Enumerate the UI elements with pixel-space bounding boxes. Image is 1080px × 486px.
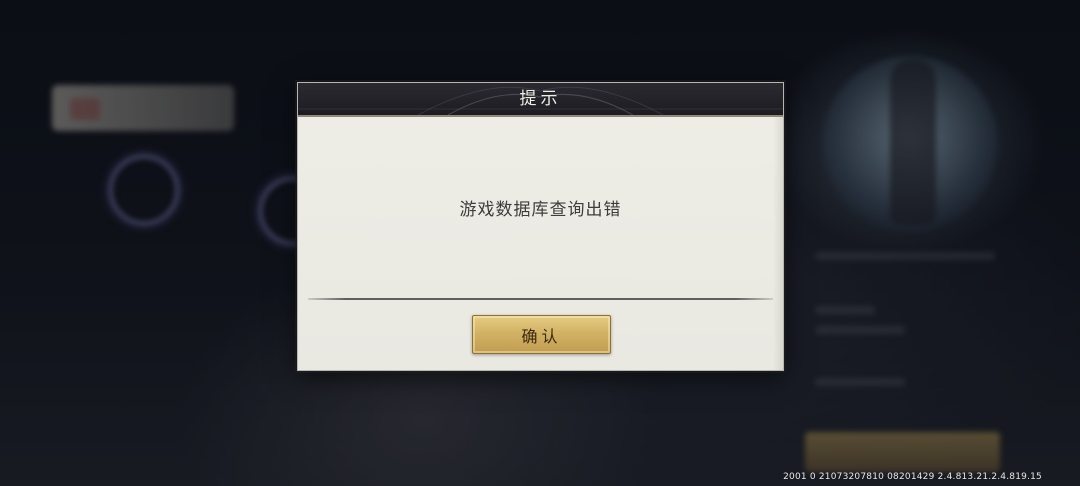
- dialog-title: 提示: [519, 89, 562, 109]
- alert-dialog: 提示 游戏数据库查询出错 确认: [297, 82, 784, 371]
- confirm-button[interactable]: 确认: [472, 315, 611, 354]
- error-message: 游戏数据库查询出错: [459, 200, 622, 220]
- dialog-paper-edge: [773, 117, 783, 370]
- dialog-divider: [308, 298, 773, 300]
- game-screen: 提示 游戏数据库查询出错 确认 2001 0 21073207810 08201…: [0, 0, 1080, 486]
- confirm-button-label: 确认: [521, 326, 562, 346]
- dialog-header: 提示: [298, 83, 783, 117]
- version-info: 2001 0 21073207810 08201429 2.4.813.21.2…: [783, 472, 1042, 482]
